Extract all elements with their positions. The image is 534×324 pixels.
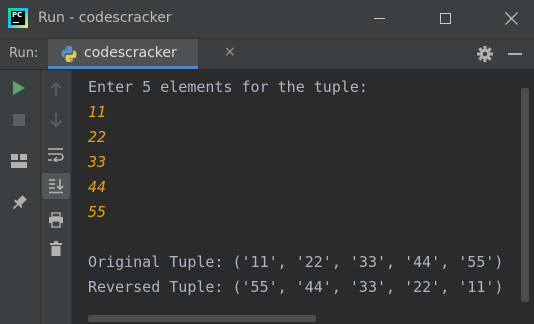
pycharm-logo-icon: PC <box>8 8 28 28</box>
gear-icon[interactable] <box>476 45 494 63</box>
trash-icon[interactable] <box>49 241 63 257</box>
minimize-window-button[interactable] <box>356 0 402 38</box>
run-panel-header: Run: codescracker × <box>0 39 534 70</box>
logo-text: PC <box>12 11 23 19</box>
run-label: Run: <box>9 46 39 61</box>
minimize-panel-icon[interactable] <box>508 53 522 55</box>
maximize-window-button[interactable] <box>422 0 468 38</box>
run-toolbar <box>0 70 41 324</box>
run-icon[interactable] <box>12 80 26 96</box>
console-input-line: 11 <box>88 103 107 121</box>
close-window-button[interactable] <box>488 0 534 38</box>
scroll-to-end-icon <box>49 179 64 194</box>
scroll-to-end-button[interactable] <box>42 173 70 199</box>
title-bar: PC Run - codescracker <box>0 0 534 39</box>
console-line: Enter 5 elements for the tuple: <box>88 78 368 96</box>
console-line: Original Tuple: ('11', '22', '33', '44',… <box>88 253 504 271</box>
console-toolbar <box>41 70 72 324</box>
pin-icon[interactable] <box>11 194 27 212</box>
soft-wrap-icon[interactable] <box>47 146 65 162</box>
tab-codescracker[interactable]: codescracker × <box>48 39 236 69</box>
console-line: Reversed Tuple: ('55', '44', '33', '22',… <box>88 278 504 296</box>
horizontal-scrollbar[interactable] <box>88 315 316 322</box>
close-icon <box>505 12 518 25</box>
tab-label: codescracker <box>84 45 177 61</box>
window-title: Run - codescracker <box>38 10 172 26</box>
tab-close-icon[interactable]: × <box>224 44 236 60</box>
console-input-line: 22 <box>88 128 107 146</box>
scroll-down-icon[interactable] <box>49 112 63 128</box>
print-icon[interactable] <box>48 212 64 228</box>
scroll-up-icon[interactable] <box>49 81 63 97</box>
console-input-line: 33 <box>88 153 107 171</box>
python-icon <box>61 46 77 62</box>
stop-icon[interactable] <box>13 114 25 126</box>
console-input-line: 55 <box>88 203 107 221</box>
vertical-scrollbar[interactable] <box>521 88 529 302</box>
layout-icon[interactable] <box>11 154 27 168</box>
console-input-line: 44 <box>88 178 107 196</box>
console-output[interactable]: Enter 5 elements for the tuple: 11 22 33… <box>72 70 518 324</box>
